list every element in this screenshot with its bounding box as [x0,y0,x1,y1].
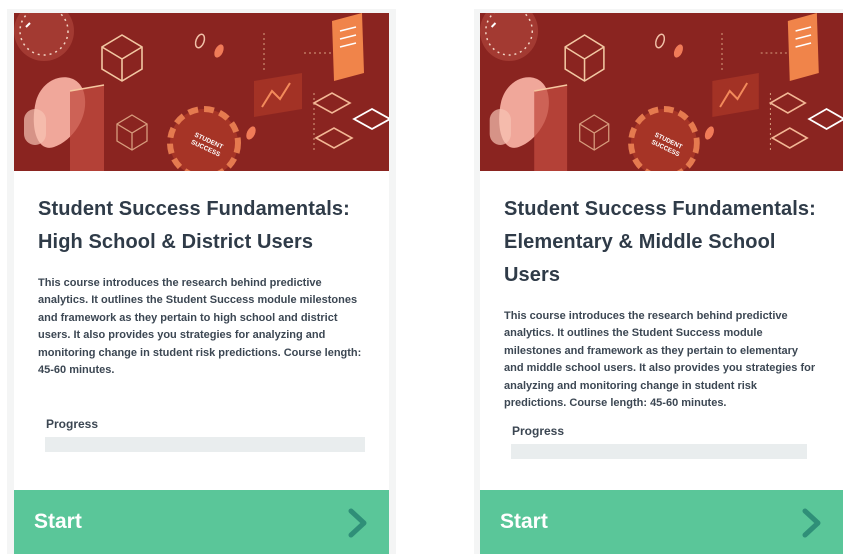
chevron-right-icon [348,508,367,538]
start-button-label: Start [34,510,82,533]
course-title: Student Success Fundamentals: Elementary… [504,198,816,286]
progress-bar [511,444,807,460]
start-button[interactable]: Start [14,490,389,554]
chevron-right-icon [802,508,821,538]
course-card: STUDENT SUCCESS Student Success Fundamen… [7,9,396,554]
course-hero-image: STUDENT SUCCESS [14,13,389,171]
course-hero-image: STUDENT SUCCESS [480,13,843,171]
start-button[interactable]: Start [480,490,843,554]
course-description: This course introduces the research behi… [38,277,362,377]
progress-label: Progress [46,417,99,432]
course-card: STUDENT SUCCESS Student Success Fundamen… [474,9,843,554]
course-description: This course introduces the research behi… [504,310,816,410]
progress-label: Progress [512,424,565,439]
course-title: Student Success Fundamentals: High Schoo… [38,198,350,253]
progress-bar [45,437,365,453]
start-button-label: Start [500,510,548,533]
